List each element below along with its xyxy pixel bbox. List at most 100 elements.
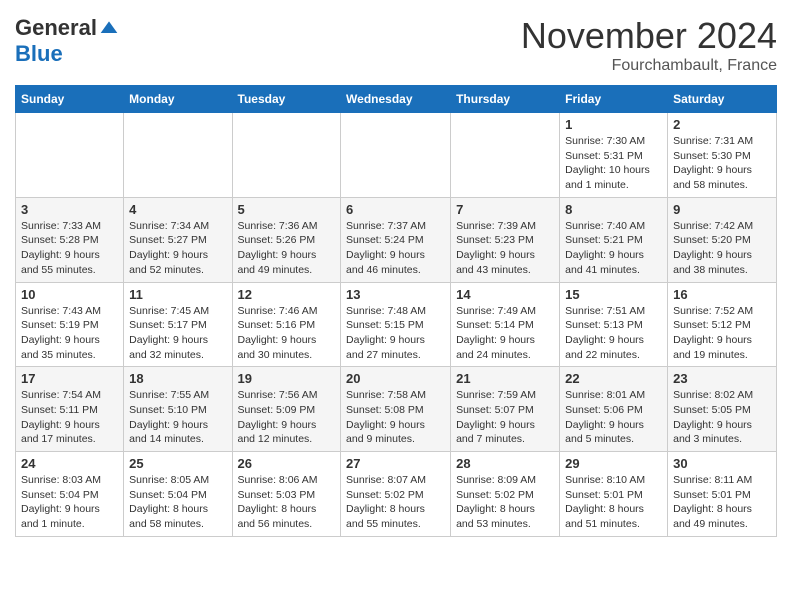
calendar-cell: 4 Sunrise: 7:34 AMSunset: 5:27 PMDaylight… [124, 197, 232, 282]
calendar-cell: 7Sunrise: 7:39 AMSunset: 5:23 PMDaylight… [451, 197, 560, 282]
calendar-cell: 3Sunrise: 7:33 AMSunset: 5:28 PMDaylight… [16, 197, 124, 282]
logo-icon [99, 18, 119, 38]
logo: General Blue [15, 15, 119, 67]
calendar-cell: 17 Sunrise: 7:54 AMSunset: 5:11 PMDayligh… [16, 367, 124, 452]
calendar-cell [232, 113, 341, 198]
calendar-cell: 20 Sunrise: 7:58 AMSunset: 5:08 PMDayligh… [341, 367, 451, 452]
day-info: Sunrise: 8:01 AMSunset: 5:06 PMDaylight:… [565, 388, 662, 447]
weekday-header-friday: Friday [560, 86, 668, 113]
location: Fourchambault, France [521, 57, 777, 75]
day-number: 11 [129, 287, 226, 302]
calendar-cell: 19Sunrise: 7:56 AMSunset: 5:09 PMDayligh… [232, 367, 341, 452]
day-number: 28 [456, 456, 554, 471]
day-info: Sunrise: 7:40 AMSunset: 5:21 PMDaylight:… [565, 219, 662, 278]
page: General Blue November 2024 Fourchambault… [0, 0, 792, 547]
day-info: Sunrise: 7:48 AMSunset: 5:15 PMDaylight:… [346, 304, 445, 363]
day-number: 21 [456, 371, 554, 386]
logo-text: General [15, 15, 119, 41]
day-info: Sunrise: 8:02 AMSunset: 5:05 PMDaylight:… [673, 388, 771, 447]
day-number: 19 [238, 371, 336, 386]
day-number: 18 [129, 371, 226, 386]
header: General Blue November 2024 Fourchambault… [15, 15, 777, 75]
calendar-cell: 5 Sunrise: 7:36 AMSunset: 5:26 PMDaylight… [232, 197, 341, 282]
day-number: 30 [673, 456, 771, 471]
day-info: Sunrise: 7:54 AMSunset: 5:11 PMDaylight:… [21, 388, 118, 447]
day-number: 23 [673, 371, 771, 386]
calendar-week-2: 3Sunrise: 7:33 AMSunset: 5:28 PMDaylight… [16, 197, 777, 282]
day-info: Sunrise: 7:55 AMSunset: 5:10 PMDaylight:… [129, 388, 226, 447]
calendar-cell [341, 113, 451, 198]
calendar: SundayMondayTuesdayWednesdayThursdayFrid… [15, 85, 777, 537]
day-info: Sunrise: 8:11 AMSunset: 5:01 PMDaylight:… [673, 473, 771, 532]
day-number: 1 [565, 117, 662, 132]
day-info: Sunrise: 7:31 AMSunset: 5:30 PMDaylight:… [673, 134, 771, 193]
day-info: Sunrise: 8:03 AMSunset: 5:04 PMDaylight:… [21, 473, 118, 532]
calendar-cell: 16 Sunrise: 7:52 AMSunset: 5:12 PMDayligh… [668, 282, 777, 367]
day-info: Sunrise: 7:52 AMSunset: 5:12 PMDaylight:… [673, 304, 771, 363]
day-number: 20 [346, 371, 445, 386]
calendar-cell: 23 Sunrise: 8:02 AMSunset: 5:05 PMDayligh… [668, 367, 777, 452]
logo-general: General [15, 15, 97, 41]
calendar-cell: 26 Sunrise: 8:06 AMSunset: 5:03 PMDayligh… [232, 452, 341, 537]
day-number: 26 [238, 456, 336, 471]
calendar-cell: 28Sunrise: 8:09 AMSunset: 5:02 PMDayligh… [451, 452, 560, 537]
day-info: Sunrise: 7:30 AMSunset: 5:31 PMDaylight:… [565, 134, 662, 193]
day-info: Sunrise: 7:42 AMSunset: 5:20 PMDaylight:… [673, 219, 771, 278]
day-info: Sunrise: 7:59 AMSunset: 5:07 PMDaylight:… [456, 388, 554, 447]
weekday-header-saturday: Saturday [668, 86, 777, 113]
calendar-cell [451, 113, 560, 198]
day-info: Sunrise: 7:36 AMSunset: 5:26 PMDaylight:… [238, 219, 336, 278]
calendar-cell: 27Sunrise: 8:07 AMSunset: 5:02 PMDayligh… [341, 452, 451, 537]
day-number: 15 [565, 287, 662, 302]
day-info: Sunrise: 7:43 AMSunset: 5:19 PMDaylight:… [21, 304, 118, 363]
day-number: 27 [346, 456, 445, 471]
calendar-cell: 21 Sunrise: 7:59 AMSunset: 5:07 PMDayligh… [451, 367, 560, 452]
day-number: 24 [21, 456, 118, 471]
day-number: 9 [673, 202, 771, 217]
day-info: Sunrise: 7:58 AMSunset: 5:08 PMDaylight:… [346, 388, 445, 447]
day-number: 29 [565, 456, 662, 471]
day-number: 5 [238, 202, 336, 217]
weekday-header-sunday: Sunday [16, 86, 124, 113]
day-number: 4 [129, 202, 226, 217]
calendar-cell: 8 Sunrise: 7:40 AMSunset: 5:21 PMDaylight… [560, 197, 668, 282]
day-number: 13 [346, 287, 445, 302]
calendar-cell [124, 113, 232, 198]
day-info: Sunrise: 7:34 AMSunset: 5:27 PMDaylight:… [129, 219, 226, 278]
calendar-week-1: 1 Sunrise: 7:30 AMSunset: 5:31 PMDaylight… [16, 113, 777, 198]
day-number: 12 [238, 287, 336, 302]
day-number: 6 [346, 202, 445, 217]
title-area: November 2024 Fourchambault, France [521, 15, 777, 75]
day-info: Sunrise: 7:49 AMSunset: 5:14 PMDaylight:… [456, 304, 554, 363]
day-number: 7 [456, 202, 554, 217]
day-info: Sunrise: 8:10 AMSunset: 5:01 PMDaylight:… [565, 473, 662, 532]
day-info: Sunrise: 7:33 AMSunset: 5:28 PMDaylight:… [21, 219, 118, 278]
weekday-header-wednesday: Wednesday [341, 86, 451, 113]
calendar-cell: 24 Sunrise: 8:03 AMSunset: 5:04 PMDayligh… [16, 452, 124, 537]
calendar-cell: 9 Sunrise: 7:42 AMSunset: 5:20 PMDaylight… [668, 197, 777, 282]
logo-blue: Blue [15, 41, 63, 66]
calendar-cell: 25Sunrise: 8:05 AMSunset: 5:04 PMDayligh… [124, 452, 232, 537]
calendar-cell: 14Sunrise: 7:49 AMSunset: 5:14 PMDayligh… [451, 282, 560, 367]
day-number: 17 [21, 371, 118, 386]
weekday-header-monday: Monday [124, 86, 232, 113]
weekday-header-tuesday: Tuesday [232, 86, 341, 113]
day-info: Sunrise: 7:37 AMSunset: 5:24 PMDaylight:… [346, 219, 445, 278]
calendar-cell: 2 Sunrise: 7:31 AMSunset: 5:30 PMDaylight… [668, 113, 777, 198]
day-number: 2 [673, 117, 771, 132]
calendar-week-3: 10Sunrise: 7:43 AMSunset: 5:19 PMDayligh… [16, 282, 777, 367]
calendar-cell: 12Sunrise: 7:46 AMSunset: 5:16 PMDayligh… [232, 282, 341, 367]
day-number: 25 [129, 456, 226, 471]
day-number: 16 [673, 287, 771, 302]
calendar-cell: 10Sunrise: 7:43 AMSunset: 5:19 PMDayligh… [16, 282, 124, 367]
calendar-cell: 6 Sunrise: 7:37 AMSunset: 5:24 PMDaylight… [341, 197, 451, 282]
calendar-cell: 11Sunrise: 7:45 AMSunset: 5:17 PMDayligh… [124, 282, 232, 367]
month-title: November 2024 [521, 15, 777, 57]
calendar-header-row: SundayMondayTuesdayWednesdayThursdayFrid… [16, 86, 777, 113]
day-info: Sunrise: 8:06 AMSunset: 5:03 PMDaylight:… [238, 473, 336, 532]
day-number: 22 [565, 371, 662, 386]
calendar-cell: 22 Sunrise: 8:01 AMSunset: 5:06 PMDayligh… [560, 367, 668, 452]
day-number: 8 [565, 202, 662, 217]
calendar-cell: 18 Sunrise: 7:55 AMSunset: 5:10 PMDayligh… [124, 367, 232, 452]
day-info: Sunrise: 7:51 AMSunset: 5:13 PMDaylight:… [565, 304, 662, 363]
